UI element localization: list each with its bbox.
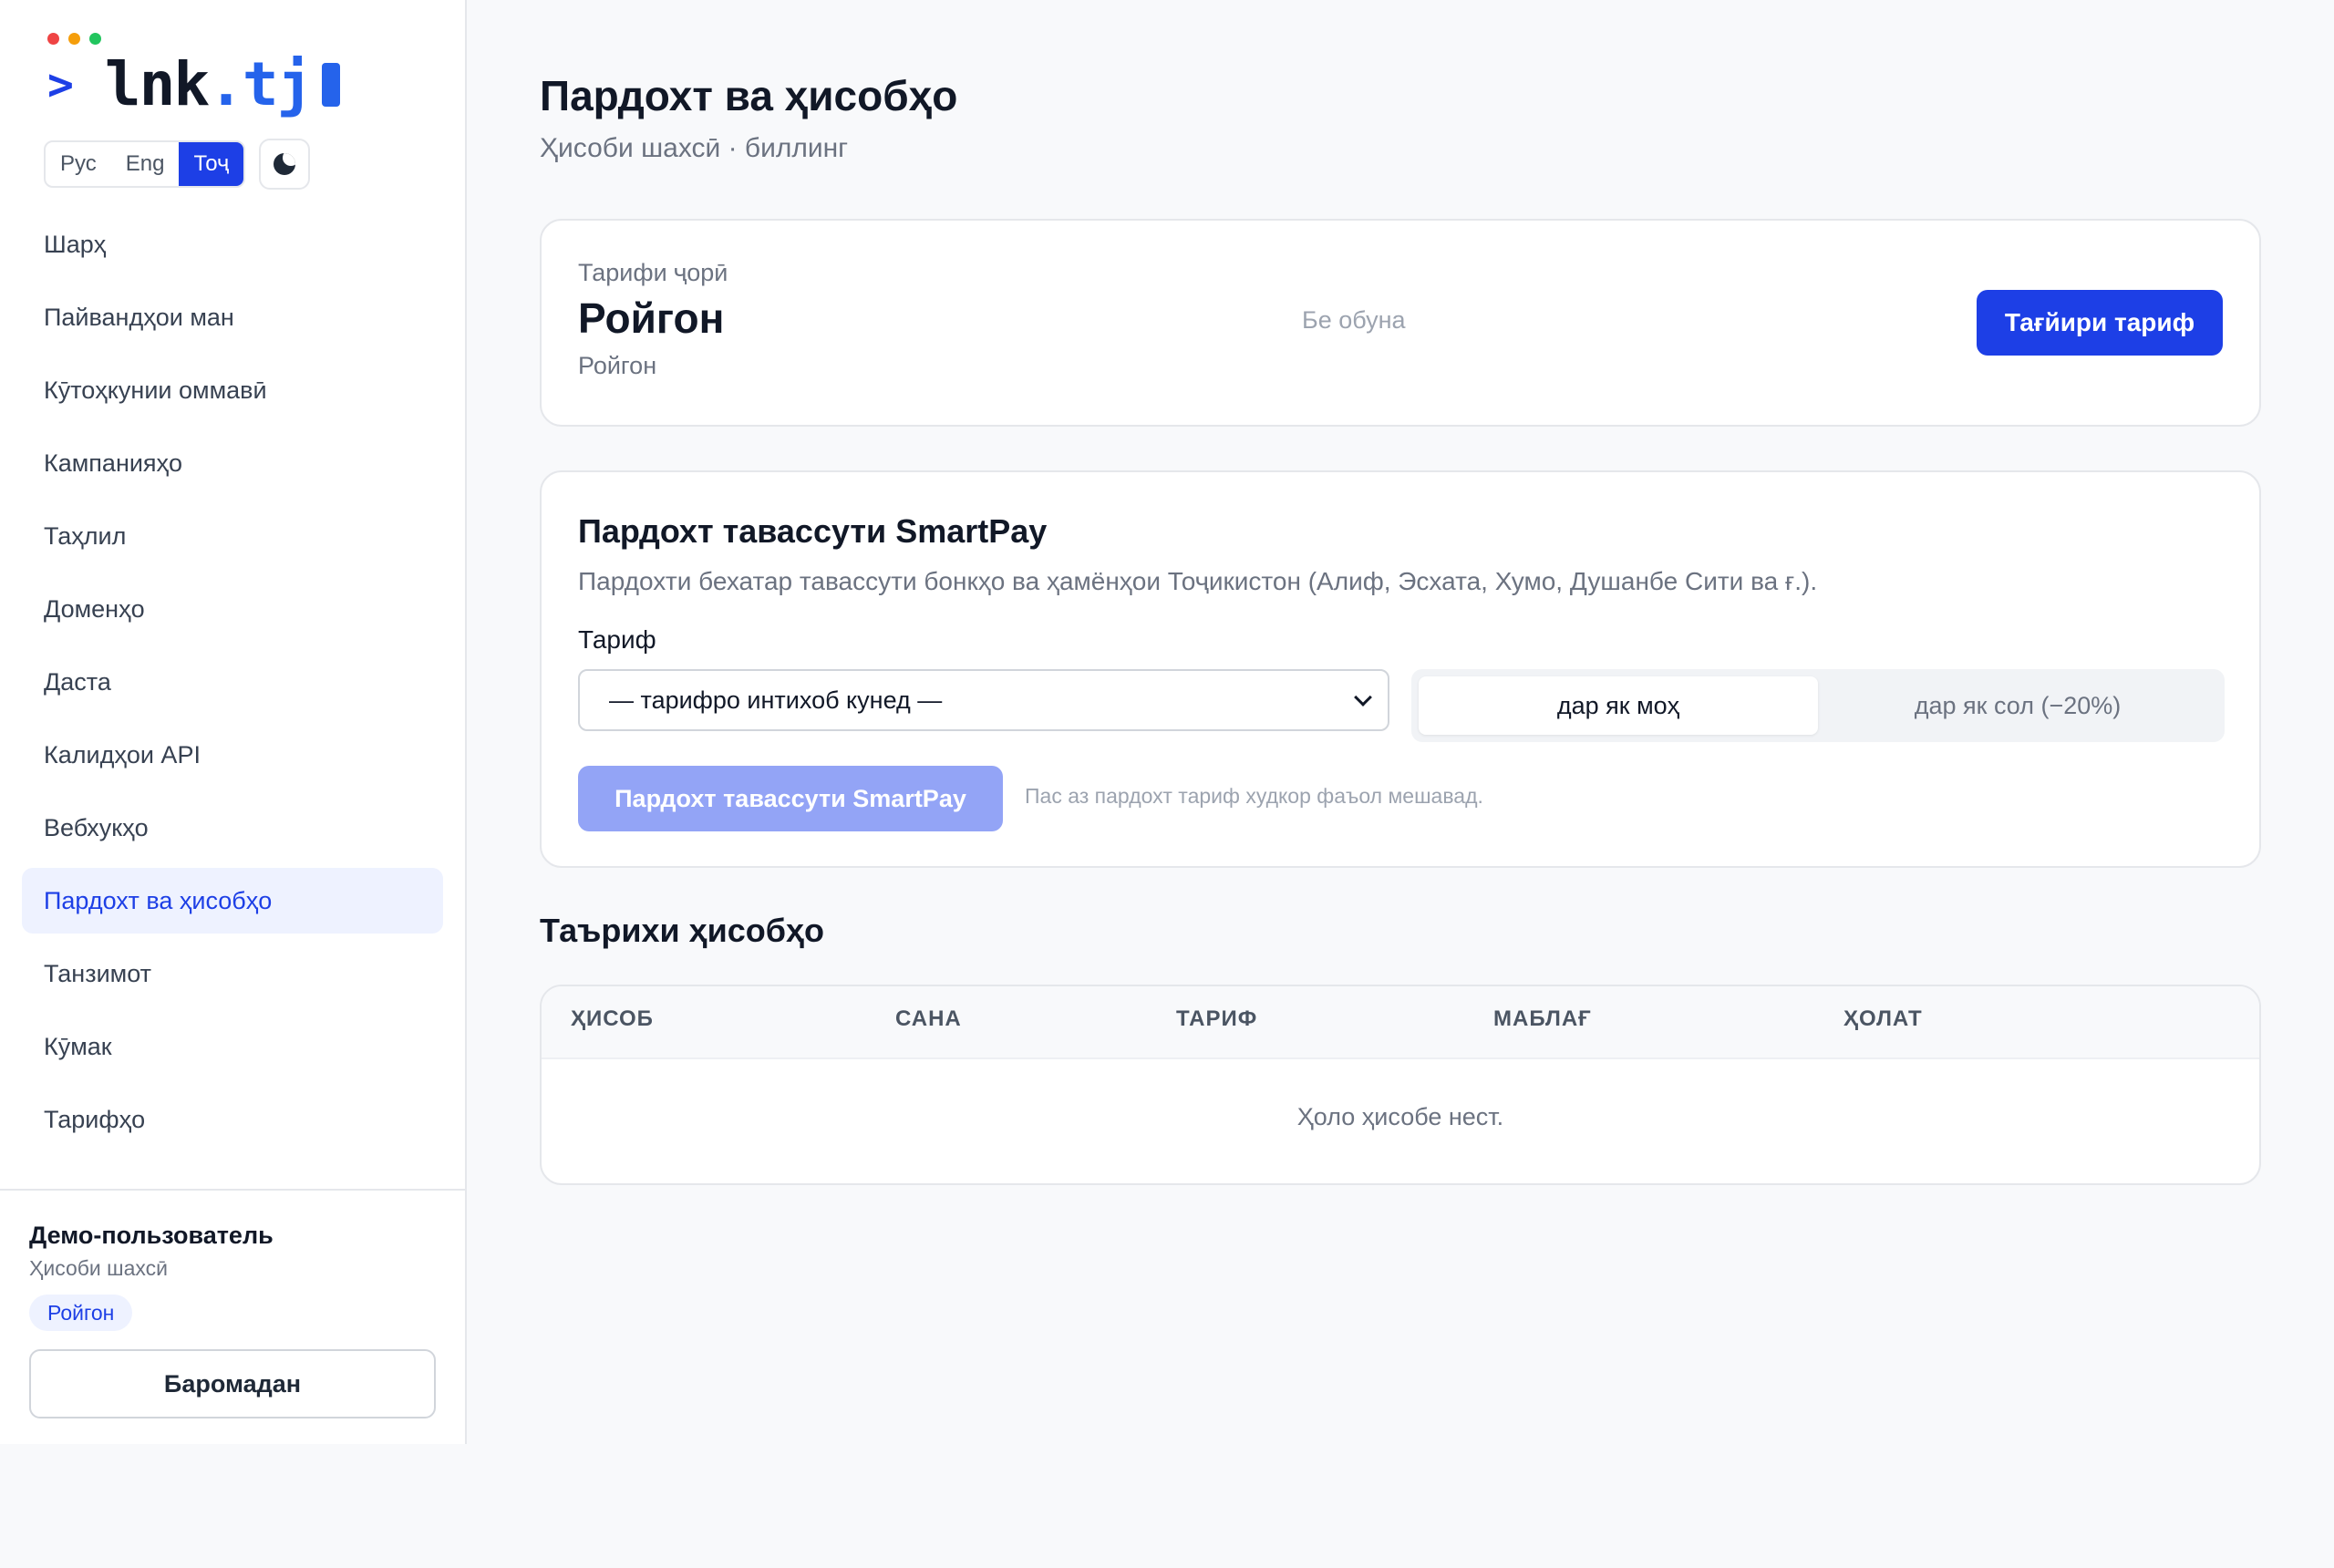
theme-toggle-button[interactable] (259, 139, 310, 190)
period-monthly-option[interactable]: дар як моҳ (1419, 676, 1818, 735)
sidebar-item-campaigns[interactable]: Кампанияҳо (22, 430, 443, 496)
smartpay-pay-button[interactable]: Пардохт тавассути SmartPay (578, 766, 1003, 831)
logout-button[interactable]: Баромадан (29, 1349, 436, 1418)
sidebar-item-bulk-shorten[interactable]: Кӯтоҳкунии оммавӣ (22, 357, 443, 423)
lang-en-button[interactable]: Eng (111, 142, 180, 186)
sidebar-item-team[interactable]: Даста (22, 649, 443, 715)
sidebar-item-analytics[interactable]: Таҳлил (22, 503, 443, 569)
billing-period-toggle: дар як моҳ дар як сол (−20%) (1411, 669, 2225, 742)
sidebar: > lnk .tj Рус Eng Тоҷ Шарҳ Пайвандҳои ма… (0, 0, 467, 1444)
column-header-invoice: ҲИСОБ (571, 1006, 654, 1031)
subscription-status: Бе обуна (1302, 306, 1406, 334)
column-header-amount: МАБЛАҒ (1493, 1006, 1592, 1031)
dot-yellow (68, 33, 80, 45)
user-panel: Демо-пользователь Ҳисоби шахсӣ Ройгон Ба… (0, 1189, 465, 1444)
smartpay-description: Пардохти бехатар тавассути бонкҳо ва ҳам… (578, 567, 1818, 595)
moon-icon (274, 153, 295, 175)
lang-tj-button[interactable]: Тоҷ (179, 142, 244, 186)
sidebar-item-webhooks[interactable]: Вебхукҳо (22, 795, 443, 861)
sidebar-item-pricing[interactable]: Тарифҳо (22, 1087, 443, 1152)
window-dots (47, 33, 101, 45)
plan-select[interactable]: — тарифро интихоб кунед — (578, 669, 1389, 731)
user-plan-badge: Ройгон (29, 1295, 133, 1331)
plan-field-label: Тариф (578, 625, 656, 654)
period-yearly-option[interactable]: дар як сол (−20%) (1818, 676, 2217, 735)
sidebar-item-my-links[interactable]: Пайвандҳои ман (22, 284, 443, 350)
logo-tld: .tj (208, 49, 313, 119)
logo-prompt: > (47, 58, 74, 110)
smartpay-title: Пардохт тавассути SmartPay (578, 512, 1048, 550)
empty-state-message: Ҳоло ҳисобе нест. (1296, 1103, 1504, 1130)
sidebar-item-overview[interactable]: Шарҳ (22, 211, 443, 277)
language-switcher: Рус Eng Тоҷ (44, 140, 246, 188)
page-title: Пардохт ва ҳисобҳо (540, 72, 958, 119)
sidebar-item-api-keys[interactable]: Калидҳои API (22, 722, 443, 788)
invoice-history-title: Таърихи ҳисобҳо (540, 912, 825, 949)
logo-name: lnk (104, 49, 210, 119)
current-plan-card: Тарифи ҷорӣ Ройгон Ройгон Бе обуна Тағйи… (540, 219, 2261, 427)
sidebar-nav: Шарҳ Пайвандҳои ман Кӯтоҳкунии оммавӣ Ка… (22, 211, 443, 1160)
sidebar-item-billing[interactable]: Пардохт ва ҳисобҳо (22, 868, 443, 934)
logo[interactable]: > lnk .tj (47, 49, 341, 119)
user-name: Демо-пользователь (29, 1222, 274, 1249)
logo-cursor (322, 62, 341, 107)
sidebar-item-settings[interactable]: Танзимот (22, 941, 443, 1006)
invoice-history-table: ҲИСОБ САНА ТАРИФ МАБЛАҒ ҲОЛАТ Ҳоло ҳисоб… (540, 985, 2261, 1185)
smartpay-card: Пардохт тавассути SmartPay Пардохти беха… (540, 470, 2261, 868)
dot-red (47, 33, 59, 45)
column-header-date: САНА (895, 1006, 962, 1031)
sidebar-item-domains[interactable]: Доменҳо (22, 576, 443, 642)
smartpay-hint: Пас аз пардохт тариф худкор фаъол мешава… (1025, 784, 1483, 808)
column-header-status: ҲОЛАТ (1843, 1006, 1923, 1031)
plan-select-value: — тарифро интихоб кунед — (609, 686, 943, 714)
page-subtitle: Ҳисоби шахсӣ · биллинг (540, 133, 849, 163)
table-header: ҲИСОБ САНА ТАРИФ МАБЛАҒ ҲОЛАТ (542, 986, 2259, 1059)
sidebar-item-help[interactable]: Кӯмак (22, 1014, 443, 1079)
current-plan-sub: Ройгон (578, 352, 657, 379)
dot-green (89, 33, 101, 45)
current-plan-name: Ройгон (578, 294, 725, 342)
current-plan-label: Тарифи ҷорӣ (578, 259, 728, 286)
change-plan-button[interactable]: Тағйири тариф (1977, 290, 2223, 356)
lang-ru-button[interactable]: Рус (46, 142, 111, 186)
column-header-plan: ТАРИФ (1176, 1006, 1258, 1031)
user-account-type: Ҳисоби шахсӣ (29, 1256, 168, 1280)
chevron-down-icon (1354, 688, 1372, 707)
